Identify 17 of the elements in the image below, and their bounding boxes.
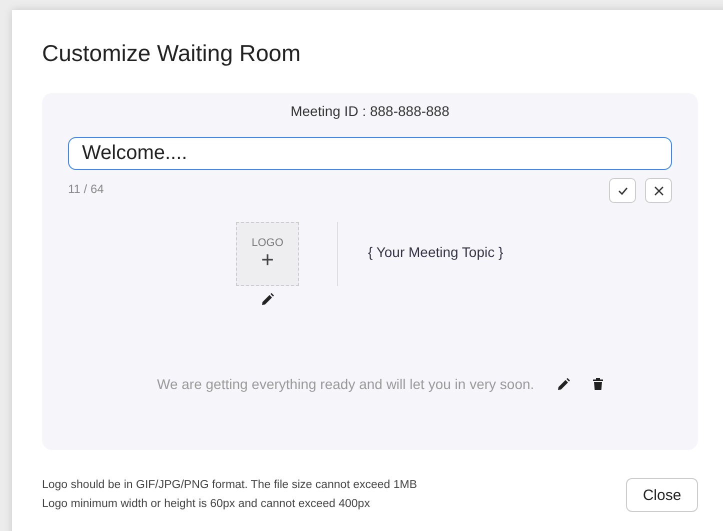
- close-icon: [654, 186, 664, 196]
- meeting-topic: { Your Meeting Topic }: [368, 244, 504, 260]
- pencil-icon[interactable]: [557, 378, 570, 390]
- pencil-icon[interactable]: [261, 293, 274, 306]
- close-button[interactable]: Close: [626, 478, 698, 512]
- title-input-field[interactable]: Welcome....: [68, 137, 672, 170]
- hint-text: Logo should be in GIF/JPG/PNG format. The file size cannot exceed 1MB: [42, 478, 418, 493]
- character-counter: 11 / 64: [68, 182, 104, 198]
- logo-upload-button[interactable]: LOGO +: [236, 222, 299, 286]
- meeting-id: Meeting ID : 888-888-888: [290, 103, 450, 119]
- cancel-button[interactable]: [645, 178, 672, 203]
- trash-icon[interactable]: [593, 378, 604, 390]
- confirm-button[interactable]: [609, 178, 636, 203]
- dialog-title: Customize Waiting Room: [42, 40, 302, 68]
- waiting-message: We are getting everything ready and will let you in very soon.: [157, 376, 534, 392]
- hint-text: Logo minimum width or height is 60px and cannot exceed 400px: [42, 497, 371, 512]
- checkmark-icon: [618, 186, 628, 194]
